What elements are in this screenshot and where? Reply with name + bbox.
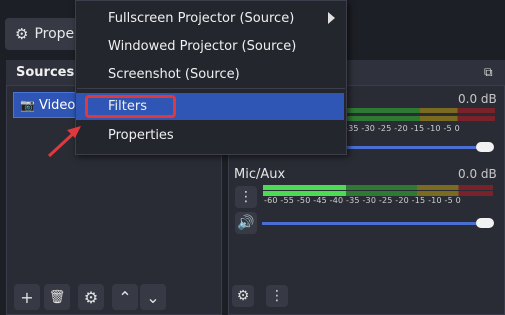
gears-icon: ⚙: [236, 288, 250, 304]
annotation-arrow-icon: [47, 126, 81, 158]
menu-item-windowed-projector[interactable]: Windowed Projector (Source): [108, 39, 296, 54]
channel-2-scale: -60 -55 -50 -45 -40 -35 -30 -25 -20 -15 …: [264, 196, 461, 205]
channel-1-meter-r: [345, 116, 495, 121]
channel-2-volume-track[interactable]: [262, 222, 482, 225]
chevron-up-icon: ⌃: [118, 287, 132, 307]
trash-icon: 🗑: [48, 289, 66, 305]
dock-undock-icon[interactable]: ⧉: [484, 65, 498, 79]
channel-2-volume-knob[interactable]: [476, 218, 494, 228]
menu-item-screenshot[interactable]: Screenshot (Source): [108, 67, 240, 82]
source-item-label: Video: [38, 97, 76, 113]
add-source-button[interactable]: +: [14, 284, 40, 310]
advanced-audio-settings-button[interactable]: ⚙: [232, 285, 254, 307]
mixer-menu-button[interactable]: ⋮: [266, 285, 288, 307]
channel-1-volume-knob[interactable]: [476, 142, 494, 152]
move-up-button[interactable]: ⌃: [112, 284, 138, 310]
menu-separator: [77, 88, 345, 89]
gear-icon: ⚙: [15, 25, 29, 43]
kebab-icon: ⋮: [270, 288, 284, 304]
chevron-down-icon: ⌄: [146, 287, 160, 307]
plus-icon: +: [20, 287, 34, 307]
properties-button-label: Proper: [34, 26, 80, 42]
camera-icon: 📷: [20, 98, 35, 112]
channel-2-meter-l: [263, 185, 493, 190]
move-down-button[interactable]: ⌄: [140, 284, 166, 310]
source-settings-button[interactable]: ⚙: [78, 284, 104, 310]
menu-item-properties[interactable]: Properties: [108, 128, 174, 143]
channel-2-name: Mic/Aux: [234, 167, 286, 182]
channel-1-db: 0.0 dB: [458, 92, 497, 106]
menu-item-fullscreen-projector[interactable]: Fullscreen Projector (Source): [108, 11, 294, 26]
kebab-icon: ⋮: [239, 189, 253, 205]
gear-icon: ⚙: [83, 287, 99, 307]
channel-2-db: 0.0 dB: [458, 167, 497, 181]
channel-2-mute-button[interactable]: 🔊: [235, 212, 257, 234]
speaker-icon: 🔊: [237, 215, 255, 231]
channel-1-meter: [345, 108, 495, 113]
channel-2-menu-button[interactable]: ⋮: [235, 186, 257, 208]
highlight-annotation-box: [85, 95, 176, 118]
remove-source-button[interactable]: 🗑: [44, 284, 70, 310]
sources-title: Sources: [16, 65, 75, 80]
submenu-arrow-icon: [328, 12, 335, 24]
channel-1-scale: -35 -30 -25 -20 -15 -10 -5 0: [345, 124, 460, 133]
